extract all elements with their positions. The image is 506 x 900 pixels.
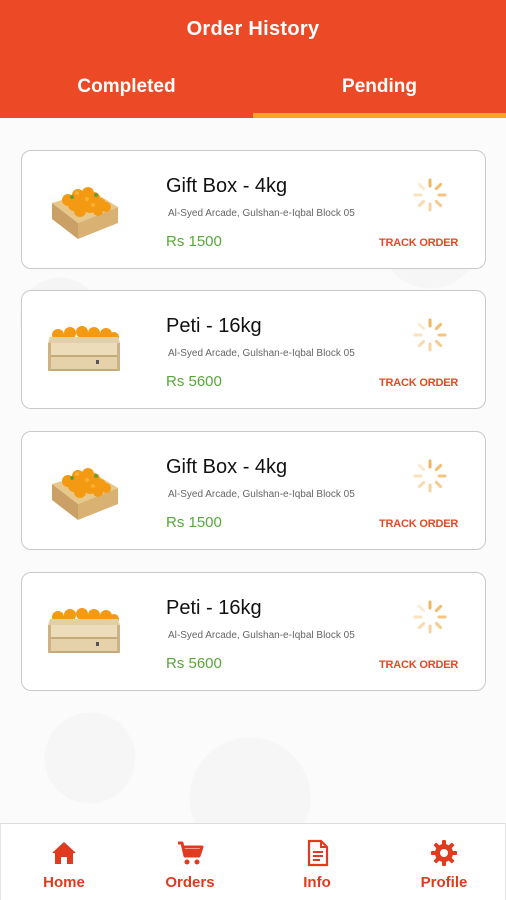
gear-icon — [431, 840, 457, 866]
gift-box-image — [52, 187, 118, 239]
nav-home-label: Home — [43, 874, 85, 891]
crate-image — [48, 608, 120, 653]
order-list: Gift Box - 4kg Al-Syed Arcade, Gulshan-e… — [0, 118, 506, 823]
page-title: Order History — [186, 18, 320, 40]
loading-spinner-icon — [413, 178, 447, 212]
crate-image — [48, 326, 120, 371]
item-price: Rs 1500 — [166, 514, 222, 531]
nav-info-label: Info — [303, 874, 331, 891]
item-address: Al-Syed Arcade, Gulshan-e-Iqbal Block 05 — [168, 208, 355, 219]
order-card[interactable]: Peti - 16kg Al-Syed Arcade, Gulshan-e-Iq… — [21, 572, 486, 691]
track-order-button[interactable]: TRACK ORDER — [379, 237, 458, 249]
loading-spinner-icon — [413, 318, 447, 352]
tab-pending[interactable]: Pending — [253, 74, 506, 118]
nav-orders[interactable]: Orders — [127, 824, 253, 900]
item-address: Al-Syed Arcade, Gulshan-e-Iqbal Block 05 — [168, 630, 355, 641]
app-header: Order History Completed Pending — [0, 0, 506, 118]
item-title: Gift Box - 4kg — [166, 456, 288, 478]
order-card[interactable]: Peti - 16kg Al-Syed Arcade, Gulshan-e-Iq… — [21, 290, 486, 409]
order-card[interactable]: Gift Box - 4kg Al-Syed Arcade, Gulshan-e… — [21, 431, 486, 550]
home-icon — [52, 842, 76, 864]
loading-spinner-icon — [413, 459, 447, 493]
nav-profile[interactable]: Profile — [381, 824, 506, 900]
item-price: Rs 5600 — [166, 655, 222, 672]
nav-orders-label: Orders — [165, 874, 215, 891]
nav-home[interactable]: Home — [1, 824, 127, 900]
cart-icon — [178, 841, 204, 865]
track-order-button[interactable]: TRACK ORDER — [379, 377, 458, 389]
item-price: Rs 5600 — [166, 373, 222, 390]
track-order-button[interactable]: TRACK ORDER — [379, 659, 458, 671]
item-address: Al-Syed Arcade, Gulshan-e-Iqbal Block 05 — [168, 489, 355, 500]
tab-completed[interactable]: Completed — [0, 74, 253, 118]
item-price: Rs 1500 — [166, 233, 222, 250]
item-address: Al-Syed Arcade, Gulshan-e-Iqbal Block 05 — [168, 348, 355, 359]
document-icon — [307, 839, 329, 867]
loading-spinner-icon — [413, 600, 447, 634]
nav-profile-label: Profile — [420, 874, 468, 891]
bottom-navigation: Home Orders Info Profile — [0, 823, 506, 900]
nav-info[interactable]: Info — [254, 824, 380, 900]
gift-box-image — [52, 468, 118, 520]
order-card[interactable]: Gift Box - 4kg Al-Syed Arcade, Gulshan-e… — [21, 150, 486, 269]
item-title: Peti - 16kg — [166, 315, 262, 337]
item-title: Peti - 16kg — [166, 597, 262, 619]
item-title: Gift Box - 4kg — [166, 175, 288, 197]
track-order-button[interactable]: TRACK ORDER — [379, 518, 458, 530]
